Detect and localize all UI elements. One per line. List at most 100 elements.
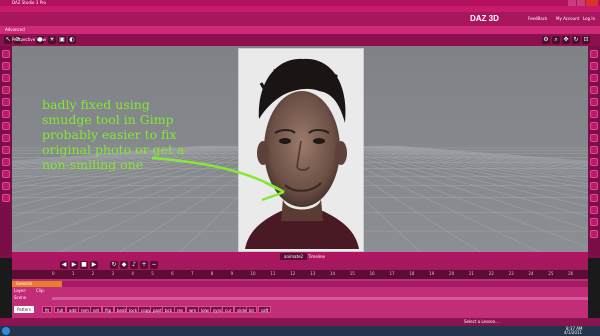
os-taskbar: 8:37 AM 4/1/2011 — [0, 326, 600, 336]
tab-timeline[interactable]: Timeline — [304, 253, 329, 260]
ruler-tick: 26 — [568, 271, 574, 276]
key-icon[interactable]: ◆ — [120, 261, 128, 269]
puppeteer-icon[interactable] — [590, 122, 598, 130]
tab-advanced[interactable]: Advanced — [5, 28, 25, 32]
layer-label: Layer: — [14, 288, 27, 293]
ruler-tick: 20 — [449, 271, 455, 276]
hand-tool-icon[interactable] — [590, 134, 598, 142]
sound-icon[interactable]: ♪ — [130, 261, 138, 269]
left-tool-pane — [0, 46, 12, 258]
ruler-tick: 7 — [190, 271, 194, 276]
rewind-icon[interactable]: ◀ — [60, 261, 68, 269]
label-row: Layer: Clip: — [12, 289, 588, 295]
content-library-icon[interactable] — [2, 50, 10, 58]
key-buttons-row: Pattern fit full add rem set flip beat lock copy… — [12, 306, 588, 313]
ruler-tick: 21 — [468, 271, 474, 276]
poses-icon[interactable] — [2, 146, 10, 154]
ruler-tick: 24 — [528, 271, 534, 276]
graph-tool-icon[interactable] — [590, 170, 598, 178]
stop-icon[interactable]: ■ — [80, 261, 88, 269]
right-tool-pane — [588, 46, 600, 258]
morphs-icon[interactable] — [2, 134, 10, 142]
tab-tool-icon[interactable] — [590, 50, 598, 58]
ruler-tick: 8 — [210, 271, 214, 276]
play-icon[interactable]: ▶ — [70, 261, 78, 269]
figures-icon[interactable] — [2, 194, 10, 202]
key-button-flip[interactable]: flip — [102, 306, 115, 313]
my-account-link[interactable]: My Account — [556, 16, 579, 21]
ruler-tick: 5 — [151, 271, 154, 276]
taskbar-date: 4/1/2011 — [564, 330, 582, 335]
ruler-tick: 16 — [369, 271, 375, 276]
zoom-in-icon[interactable]: + — [140, 261, 148, 269]
ruler-tick: 25 — [548, 271, 554, 276]
ruler-tick: 22 — [488, 271, 494, 276]
lights-icon[interactable] — [2, 98, 10, 106]
pattern-field[interactable]: Pattern — [14, 306, 35, 313]
ruler-tick: 12 — [290, 271, 296, 276]
window-title: DAZ Studio 3 Pro — [12, 0, 46, 5]
body-tool-icon[interactable] — [590, 110, 598, 118]
tab-animate2[interactable]: animate2 — [280, 253, 308, 260]
cameras-icon[interactable] — [2, 110, 10, 118]
bookmark-icon[interactable] — [590, 206, 598, 214]
smart-icon[interactable] — [590, 230, 598, 238]
scene-icon[interactable] — [2, 74, 10, 82]
log-in-link[interactable]: Log In — [583, 16, 595, 21]
key-button-saft[interactable]: saft — [258, 306, 272, 313]
viewport-title[interactable]: Perspective View — [12, 38, 46, 42]
materials-icon[interactable] — [2, 158, 10, 166]
keyframe-tool-icon[interactable] — [590, 158, 598, 166]
select-tool-icon[interactable]: ↖ — [4, 36, 12, 44]
daz-header: DAZ 3D FeedBack My Account Log In — [0, 12, 600, 26]
props-icon[interactable] — [2, 170, 10, 178]
ruler-tick: 3 — [111, 271, 115, 276]
forward-icon[interactable]: ▶ — [90, 261, 98, 269]
ruler-tick: 6 — [171, 271, 174, 276]
key-button-res[interactable]: res — [174, 306, 187, 313]
ruler-tick: 15 — [349, 271, 355, 276]
surfaces-icon[interactable] — [2, 86, 10, 94]
lesson-select[interactable]: Select a Lesson... — [464, 320, 499, 324]
ruler-tick: 1 — [71, 271, 75, 276]
script-icon[interactable] — [590, 182, 598, 190]
walk-tool-icon[interactable] — [590, 146, 598, 154]
ruler-tick: 9 — [230, 271, 234, 276]
loop-icon[interactable]: ↻ — [110, 261, 118, 269]
map-icon[interactable] — [590, 218, 598, 226]
daz-logo[interactable]: DAZ 3D — [470, 14, 499, 23]
ruler-tick: 17 — [389, 271, 395, 276]
transport-controls: ◀ ▶ ■ ▶ ↻ ◆ ♪ + − — [12, 260, 588, 270]
ruler-tick: 2 — [91, 271, 95, 276]
feedback-link[interactable]: FeedBack — [528, 16, 547, 21]
clip-label: Clip: — [36, 288, 45, 293]
layer-row[interactable]: General — [12, 281, 588, 287]
key-button-set[interactable]: set — [90, 306, 103, 313]
mode-bar: Advanced — [0, 26, 600, 34]
ruler-tick: 0 — [52, 271, 55, 276]
scene-row[interactable]: Scene — [12, 296, 588, 301]
annotation-arrow — [151, 156, 285, 202]
content-icon[interactable] — [590, 194, 598, 202]
parameters-icon[interactable] — [2, 62, 10, 70]
render-settings-icon[interactable] — [590, 62, 598, 70]
key-button-cur[interactable]: cur — [222, 306, 235, 313]
layer-general[interactable]: General — [12, 281, 66, 287]
scene-label: Scene — [14, 295, 27, 300]
ruler-tick: 4 — [131, 271, 134, 276]
start-button[interactable] — [2, 327, 10, 335]
ruler-tick: 23 — [508, 271, 514, 276]
key-button-fit[interactable]: fit — [42, 306, 53, 313]
timeline-ruler[interactable]: 0 1 2 3 4 5 6 7 8 9 10 11 12 13 14 15 16 17 18 19 20 21 22 23 24… — [12, 270, 588, 279]
shaders-icon[interactable] — [2, 122, 10, 130]
lesson-icon[interactable] — [590, 74, 598, 82]
pose-tool-icon[interactable] — [590, 86, 598, 94]
ruler-tick: 19 — [429, 271, 435, 276]
key-button-full[interactable]: full — [54, 306, 67, 313]
face-tool-icon[interactable] — [590, 98, 598, 106]
zoom-out-icon[interactable]: − — [150, 261, 158, 269]
ruler-tick: 11 — [270, 271, 276, 276]
key-button-blr[interactable]: blr — [246, 306, 258, 313]
status-bar: Select a Lesson... — [0, 318, 600, 326]
hair-icon[interactable] — [2, 182, 10, 190]
